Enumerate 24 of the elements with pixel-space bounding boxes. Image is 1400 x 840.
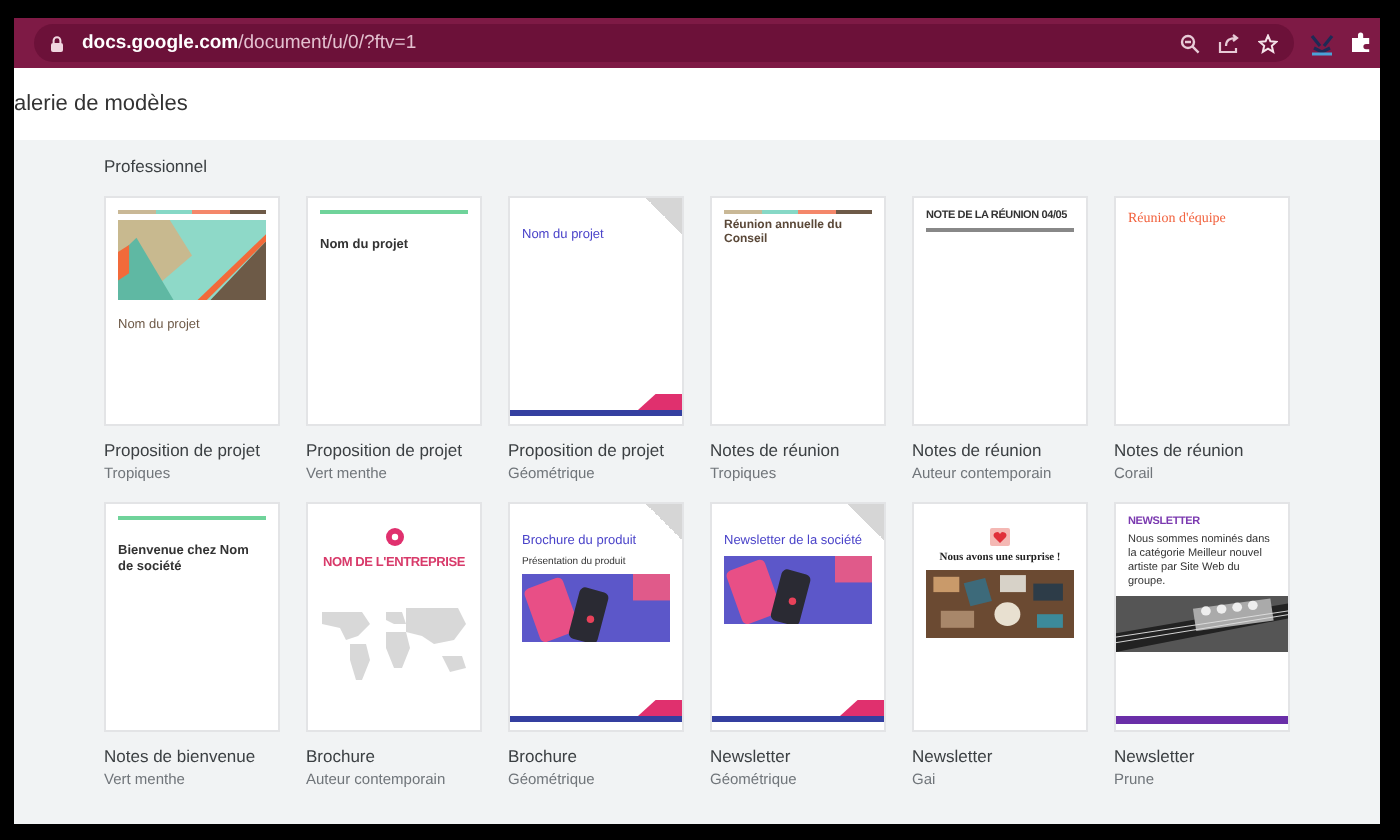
template-name: Notes de réunion: [710, 440, 842, 460]
template-name: Newsletter: [710, 746, 793, 766]
template-name: Notes de réunion: [1114, 440, 1246, 460]
puzzle-icon[interactable]: [1350, 32, 1372, 54]
template-name: Newsletter: [1114, 746, 1197, 766]
flower-icon: [385, 528, 403, 546]
template-name: Proposition de projet: [104, 440, 262, 460]
star-icon[interactable]: [1258, 33, 1278, 53]
template-name: Proposition de projet: [306, 440, 464, 460]
share-icon[interactable]: [1218, 33, 1240, 53]
zoom-out-icon[interactable]: [1180, 33, 1200, 53]
template-name: Brochure: [508, 746, 579, 766]
heart-icon: [990, 528, 1010, 546]
template-name: Notes de réunion: [912, 440, 1044, 460]
template-name: Proposition de projet: [508, 440, 666, 460]
extension-icon[interactable]: [1310, 31, 1334, 55]
lock-icon: [50, 35, 64, 51]
section-title: Professionnel: [104, 156, 210, 176]
page-title: alerie de modèles: [14, 92, 188, 116]
template-name: Newsletter: [912, 746, 995, 766]
template-name: Brochure: [306, 746, 377, 766]
template-name: Notes de bienvenue: [104, 746, 258, 766]
url-text: docs.google.com/document/u/0/?ftv=1: [82, 32, 417, 54]
address-bar[interactable]: docs.google.com/document/u/0/?ftv=1: [34, 24, 1294, 62]
